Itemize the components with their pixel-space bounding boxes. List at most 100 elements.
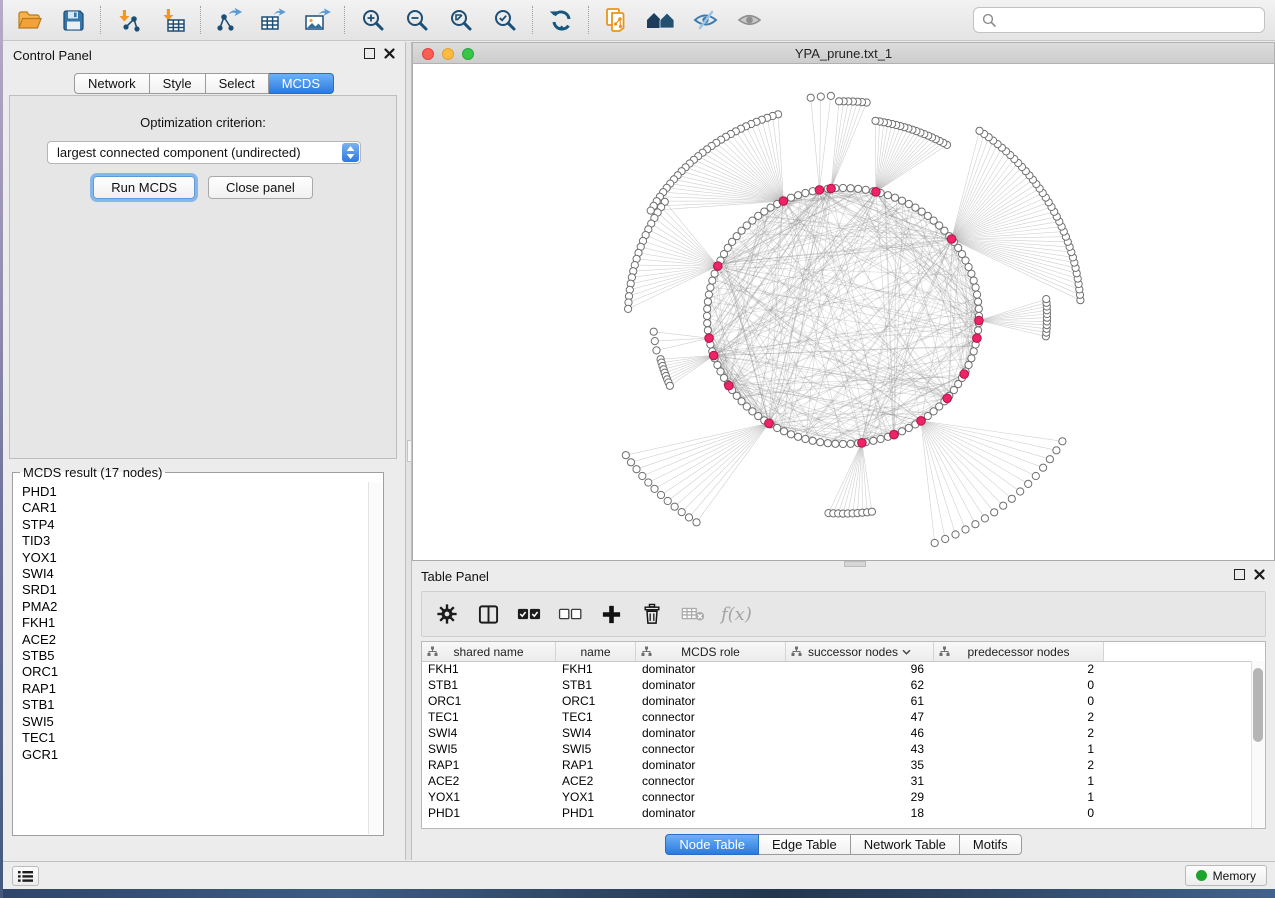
network-window-titlebar[interactable]: YPA_prune.txt_1: [412, 42, 1275, 64]
table-cell[interactable]: ORC1: [556, 693, 636, 709]
column-header-predecessor-nodes[interactable]: predecessor nodes: [934, 642, 1104, 661]
table-cell[interactable]: connector: [636, 773, 786, 789]
delete-column-button[interactable]: [639, 601, 665, 627]
table-cell[interactable]: SWI4: [556, 725, 636, 741]
mcds-result-item[interactable]: STB1: [22, 697, 368, 713]
table-cell[interactable]: dominator: [636, 661, 786, 677]
mcds-result-item[interactable]: STB5: [22, 648, 368, 664]
table-cell[interactable]: 2: [934, 709, 1104, 725]
column-header-name[interactable]: name: [556, 642, 636, 661]
table-row[interactable]: FKH1FKH1dominator962: [422, 661, 1252, 677]
table-cell[interactable]: 2: [934, 661, 1104, 677]
mcds-result-item[interactable]: CAR1: [22, 500, 368, 516]
zoom-selected-button[interactable]: [483, 3, 527, 37]
table-cell[interactable]: 29: [786, 789, 934, 805]
table-cell[interactable]: ACE2: [422, 773, 556, 789]
close-panel-icon[interactable]: [1254, 569, 1265, 580]
table-row[interactable]: ACE2ACE2connector311: [422, 773, 1252, 789]
table-cell[interactable]: connector: [636, 741, 786, 757]
table-cell[interactable]: 1: [934, 741, 1104, 757]
mcds-result-item[interactable]: FKH1: [22, 615, 368, 631]
table-row[interactable]: ORC1ORC1dominator610: [422, 693, 1252, 709]
table-cell[interactable]: 43: [786, 741, 934, 757]
hide-selected-button[interactable]: [683, 3, 727, 37]
table-cell[interactable]: FKH1: [422, 661, 556, 677]
table-cell[interactable]: STB1: [556, 677, 636, 693]
mcds-result-item[interactable]: SRD1: [22, 582, 368, 598]
import-network-button[interactable]: [107, 3, 151, 37]
refresh-view-button[interactable]: [539, 3, 583, 37]
table-cell[interactable]: 46: [786, 725, 934, 741]
open-file-button[interactable]: [7, 3, 51, 37]
table-row[interactable]: RAP1RAP1dominator352: [422, 757, 1252, 773]
tab-mcds[interactable]: MCDS: [269, 73, 334, 94]
table-row[interactable]: PHD1PHD1dominator180: [422, 805, 1252, 821]
table-cell[interactable]: 1: [934, 789, 1104, 805]
close-panel-icon[interactable]: [384, 48, 395, 59]
network-canvas[interactable]: [412, 64, 1275, 561]
tab-network[interactable]: Network: [74, 73, 150, 94]
export-image-button[interactable]: [295, 3, 339, 37]
save-session-button[interactable]: [51, 3, 95, 37]
table-cell[interactable]: 35: [786, 757, 934, 773]
export-table-button[interactable]: [251, 3, 295, 37]
table-row[interactable]: SWI4SWI4dominator462: [422, 725, 1252, 741]
select-all-button[interactable]: [516, 601, 542, 627]
zoom-in-button[interactable]: [351, 3, 395, 37]
memory-button[interactable]: Memory: [1185, 865, 1267, 886]
duplicate-network-button[interactable]: [595, 3, 639, 37]
tab-motifs[interactable]: Motifs: [960, 834, 1022, 855]
tab-select[interactable]: Select: [206, 73, 269, 94]
table-cell[interactable]: dominator: [636, 805, 786, 821]
column-header-shared-name[interactable]: shared name: [422, 642, 556, 661]
table-cell[interactable]: PHD1: [556, 805, 636, 821]
table-cell[interactable]: SWI4: [422, 725, 556, 741]
table-cell[interactable]: 2: [934, 725, 1104, 741]
table-cell[interactable]: 1: [934, 773, 1104, 789]
toggle-panel-button[interactable]: [475, 601, 501, 627]
mcds-result-item[interactable]: SWI5: [22, 714, 368, 730]
table-cell[interactable]: 0: [934, 677, 1104, 693]
table-cell[interactable]: connector: [636, 789, 786, 805]
table-cell[interactable]: RAP1: [422, 757, 556, 773]
mcds-result-list[interactable]: PHD1CAR1STP4TID3YOX1SWI4SRD1PMA2FKH1ACE2…: [14, 482, 368, 834]
mcds-result-item[interactable]: YOX1: [22, 550, 368, 566]
table-settings-button[interactable]: [434, 601, 460, 627]
table-cell[interactable]: FKH1: [556, 661, 636, 677]
add-column-button[interactable]: [598, 601, 624, 627]
table-cell[interactable]: TEC1: [422, 709, 556, 725]
table-cell[interactable]: dominator: [636, 693, 786, 709]
run-mcds-button[interactable]: Run MCDS: [93, 176, 195, 199]
table-cell[interactable]: PHD1: [422, 805, 556, 821]
deselect-all-button[interactable]: [557, 601, 583, 627]
task-history-button[interactable]: [12, 866, 39, 886]
mcds-result-item[interactable]: RAP1: [22, 681, 368, 697]
criterion-dropdown[interactable]: largest connected component (undirected): [47, 141, 361, 164]
table-cell[interactable]: 31: [786, 773, 934, 789]
vertical-splitter[interactable]: [405, 42, 412, 860]
table-cell[interactable]: STB1: [422, 677, 556, 693]
table-cell[interactable]: TEC1: [556, 709, 636, 725]
table-cell[interactable]: 47: [786, 709, 934, 725]
table-cell[interactable]: dominator: [636, 757, 786, 773]
mcds-result-item[interactable]: ORC1: [22, 664, 368, 680]
table-cell[interactable]: 62: [786, 677, 934, 693]
table-cell[interactable]: RAP1: [556, 757, 636, 773]
table-cell[interactable]: ORC1: [422, 693, 556, 709]
table-cell[interactable]: dominator: [636, 725, 786, 741]
table-cell[interactable]: YOX1: [422, 789, 556, 805]
table-scrollbar[interactable]: [1251, 661, 1265, 828]
table-scrollbar-thumb[interactable]: [1253, 668, 1263, 742]
export-network-button[interactable]: [207, 3, 251, 37]
delete-table-button[interactable]: [680, 601, 706, 627]
table-cell[interactable]: connector: [636, 709, 786, 725]
import-table-button[interactable]: [151, 3, 195, 37]
show-all-button[interactable]: [727, 3, 771, 37]
tab-style[interactable]: Style: [150, 73, 206, 94]
mcds-result-item[interactable]: SWI4: [22, 566, 368, 582]
mcds-result-item[interactable]: STP4: [22, 517, 368, 533]
table-row[interactable]: YOX1YOX1connector291: [422, 789, 1252, 805]
table-cell[interactable]: 0: [934, 693, 1104, 709]
table-cell[interactable]: 0: [934, 805, 1104, 821]
column-header-mcds-role[interactable]: MCDS role: [636, 642, 786, 661]
